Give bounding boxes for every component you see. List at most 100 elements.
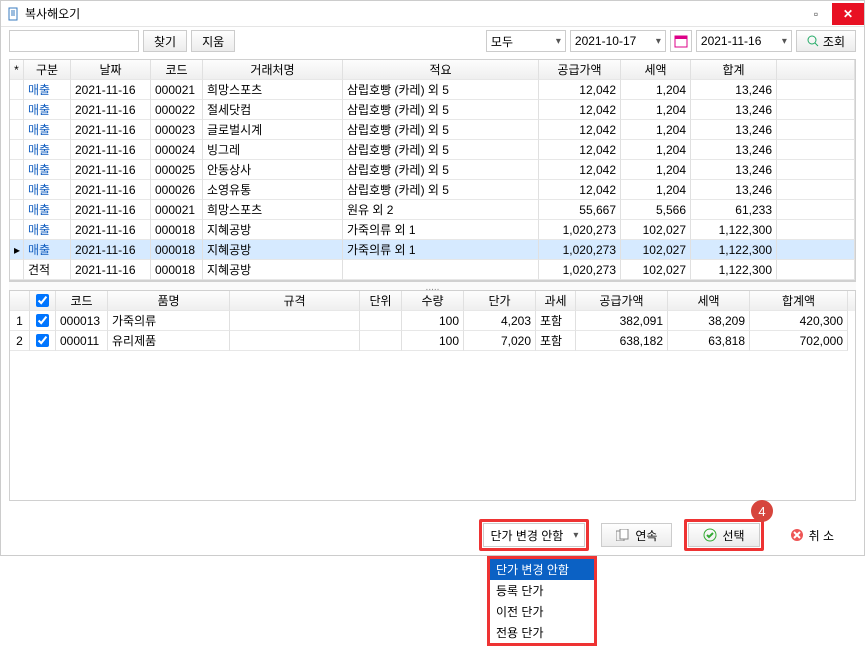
date-to-input[interactable]: 2021-11-16▾: [696, 30, 792, 52]
col-vendor[interactable]: 거래처명: [203, 60, 343, 80]
cell-vendor: 희망스포츠: [203, 200, 343, 220]
table-row[interactable]: 매출2021-11-16000024빙그레삼립호빵 (카레) 외 512,042…: [10, 140, 855, 160]
cell-code: 000024: [151, 140, 203, 160]
col-gubun[interactable]: 구분: [24, 60, 71, 80]
cell-tax: 102,027: [621, 220, 691, 240]
col-check[interactable]: [30, 291, 56, 311]
table-row[interactable]: ▸매출2021-11-16000018지혜공방가죽의류 외 11,020,273…: [10, 240, 855, 260]
cell-taxtype: 포함: [536, 331, 576, 351]
maximize-button[interactable]: ▫: [800, 3, 832, 25]
detail-grid[interactable]: 코드 품명 규격 단위 수량 단가 과세 공급가액 세액 합계액 1000013…: [9, 291, 856, 501]
col-name[interactable]: 품명: [108, 291, 230, 311]
cell-vendor: 소영유통: [203, 180, 343, 200]
col-spec[interactable]: 규격: [230, 291, 360, 311]
cell-code: 000023: [151, 120, 203, 140]
table-row[interactable]: 매출2021-11-16000018지혜공방가죽의류 외 11,020,2731…: [10, 220, 855, 240]
clear-button[interactable]: 지움: [191, 30, 235, 52]
cell-tax: 1,204: [621, 100, 691, 120]
dropdown-item[interactable]: 등록 단가: [490, 580, 594, 601]
cancel-button[interactable]: 취 소: [776, 523, 848, 547]
cell-gubun: 매출: [24, 140, 71, 160]
table-row[interactable]: 2000011유리제품1007,020포함638,18263,818702,00…: [10, 331, 855, 351]
table-row[interactable]: 매출2021-11-16000026소영유통삼립호빵 (카레) 외 512,04…: [10, 180, 855, 200]
cell-code: 000018: [151, 240, 203, 260]
cell-total: 1,122,300: [691, 240, 777, 260]
grid-splitter[interactable]: .....: [9, 281, 856, 291]
filter-select[interactable]: 모두▾: [486, 30, 566, 52]
select-button[interactable]: 선택: [688, 523, 759, 547]
cell-desc: 가죽의류 외 1: [343, 240, 539, 260]
col-unit[interactable]: 단위: [360, 291, 402, 311]
col-date[interactable]: 날짜: [71, 60, 151, 80]
col-tax[interactable]: 세액: [621, 60, 691, 80]
cell-taxamt: 63,818: [668, 331, 750, 351]
table-row[interactable]: 매출2021-11-16000021희망스포츠원유 외 255,6675,566…: [10, 200, 855, 220]
col-supply2[interactable]: 공급가액: [576, 291, 668, 311]
close-button[interactable]: ✕: [832, 3, 864, 25]
doc-icon: [7, 7, 21, 21]
cell-date: 2021-11-16: [71, 160, 151, 180]
find-button[interactable]: 찾기: [143, 30, 187, 52]
dropdown-item[interactable]: 전용 단가: [490, 622, 594, 643]
cell-tax: 102,027: [621, 260, 691, 280]
cell-total: 13,246: [691, 160, 777, 180]
cell-total: 13,246: [691, 80, 777, 100]
sheets-icon: [616, 529, 630, 541]
col-total2[interactable]: 합계액: [750, 291, 848, 311]
row-checkbox[interactable]: [36, 334, 49, 347]
search-input[interactable]: [9, 30, 139, 52]
col-desc[interactable]: 적요: [343, 60, 539, 80]
price-change-select[interactable]: 단가 변경 안함▾: [483, 523, 585, 547]
cell-code: 000021: [151, 200, 203, 220]
cell-desc: 삼립호빵 (카레) 외 5: [343, 180, 539, 200]
table-row[interactable]: 1000013가죽의류1004,203포함382,09138,209420,30…: [10, 311, 855, 331]
table-row[interactable]: 매출2021-11-16000023글로벌시계삼립호빵 (카레) 외 512,0…: [10, 120, 855, 140]
cell-price: 4,203: [464, 311, 536, 331]
cell-supply: 638,182: [576, 331, 668, 351]
cell-vendor: 지혜공방: [203, 260, 343, 280]
cell-unit: [360, 331, 402, 351]
chevron-down-icon: ▾: [556, 36, 561, 47]
col-rownum: [10, 291, 30, 311]
col-price[interactable]: 단가: [464, 291, 536, 311]
cell-gubun: 매출: [24, 240, 71, 260]
cell-gubun: 매출: [24, 100, 71, 120]
cell-total: 61,233: [691, 200, 777, 220]
cell-vendor: 지혜공방: [203, 240, 343, 260]
col-qty[interactable]: 수량: [402, 291, 464, 311]
check-all[interactable]: [36, 294, 49, 307]
row-checkbox[interactable]: [36, 314, 49, 327]
col-supply[interactable]: 공급가액: [539, 60, 621, 80]
date-from-input[interactable]: 2021-10-17▾: [570, 30, 666, 52]
col-tax2[interactable]: 과세: [536, 291, 576, 311]
price-change-dropdown[interactable]: 단가 변경 안함등록 단가이전 단가전용 단가: [487, 556, 597, 646]
cell-tax: 5,566: [621, 200, 691, 220]
col-taxamt[interactable]: 세액: [668, 291, 750, 311]
table-row[interactable]: 매출2021-11-16000022절세닷컴삼립호빵 (카레) 외 512,04…: [10, 100, 855, 120]
cell-tax: 1,204: [621, 80, 691, 100]
col-total[interactable]: 합계: [691, 60, 777, 80]
table-row[interactable]: 매출2021-11-16000021희망스포츠삼립호빵 (카레) 외 512,0…: [10, 80, 855, 100]
cell-code: 000022: [151, 100, 203, 120]
continuous-button[interactable]: 연속: [601, 523, 672, 547]
cell-vendor: 지혜공방: [203, 220, 343, 240]
main-grid[interactable]: * 구분 날짜 코드 거래처명 적요 공급가액 세액 합계 매출2021-11-…: [9, 59, 856, 281]
dropdown-item[interactable]: 이전 단가: [490, 601, 594, 622]
cell-taxamt: 38,209: [668, 311, 750, 331]
window-title: 복사해오기: [25, 5, 80, 22]
query-button[interactable]: 조회: [796, 30, 856, 52]
dropdown-item[interactable]: 단가 변경 안함: [490, 559, 594, 580]
col-code2[interactable]: 코드: [56, 291, 108, 311]
cell-supply: 12,042: [539, 100, 621, 120]
cell-rownum: 2: [10, 331, 30, 351]
cell-desc: 삼립호빵 (카레) 외 5: [343, 100, 539, 120]
step-badge-4: 4: [751, 500, 773, 522]
table-row[interactable]: 매출2021-11-16000025안동상사삼립호빵 (카레) 외 512,04…: [10, 160, 855, 180]
col-code[interactable]: 코드: [151, 60, 203, 80]
cell-date: 2021-11-16: [71, 120, 151, 140]
cell-vendor: 빙그레: [203, 140, 343, 160]
calendar-from-button[interactable]: [670, 30, 692, 52]
table-row[interactable]: 견적2021-11-16000018지혜공방1,020,273102,0271,…: [10, 260, 855, 280]
cell-tax: 102,027: [621, 240, 691, 260]
cell-total: 702,000: [750, 331, 848, 351]
